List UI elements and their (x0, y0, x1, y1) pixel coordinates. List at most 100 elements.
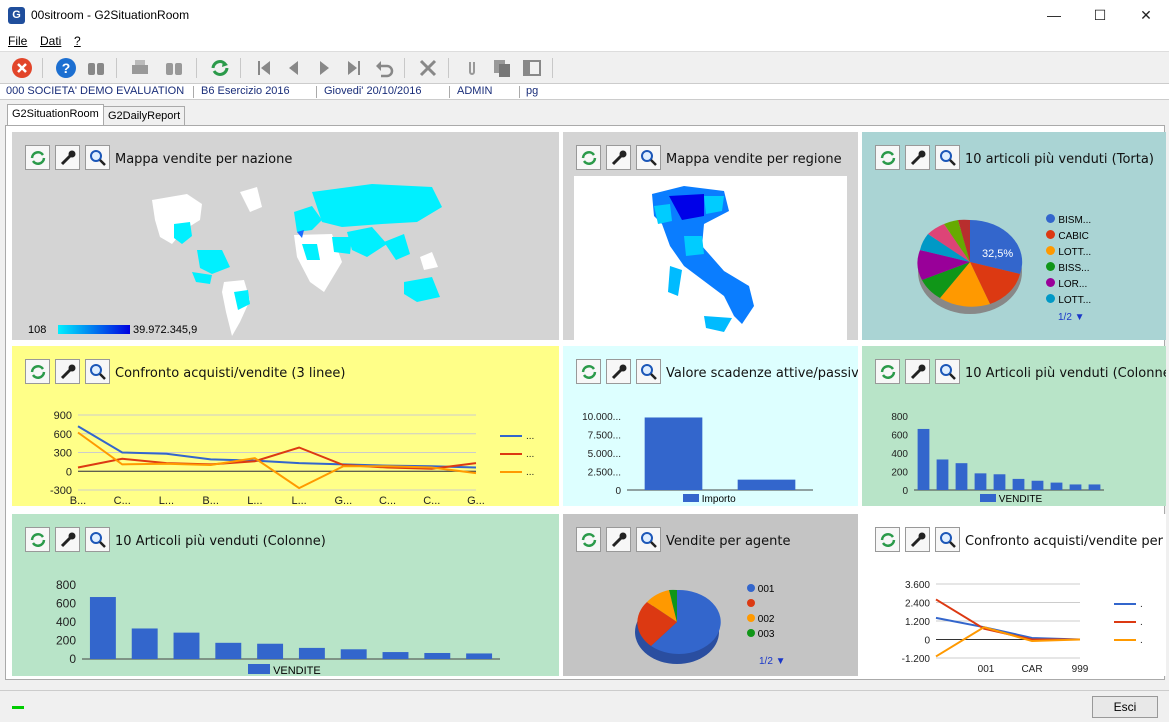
pie-chart-3d[interactable] (862, 132, 1166, 340)
legend: VENDITE (248, 664, 321, 676)
bar (173, 632, 200, 659)
bar (1031, 480, 1044, 490)
x-tick-label: B... (70, 495, 87, 506)
legend-pager[interactable]: 1/2 ▼ (1058, 312, 1085, 323)
minimize-button[interactable]: — (1031, 0, 1077, 31)
legend-label: . (1140, 617, 1143, 628)
close-window-button[interactable]: ✕ (1123, 0, 1169, 31)
y-tick-label: 800 (56, 578, 76, 592)
panel-lines-3: Confronto acquisti/vendite (3 linee) 900… (12, 346, 559, 506)
last-record-icon[interactable] (342, 56, 366, 80)
tab-g2situationroom[interactable]: G2SituationRoom (7, 104, 104, 126)
tab-g2dailyreport[interactable]: G2DailyReport (103, 106, 186, 126)
legend-item: 003 (757, 629, 775, 640)
bar (644, 417, 703, 490)
previous-record-icon[interactable] (282, 56, 306, 80)
legend-label: ... (526, 467, 534, 478)
magnifier-icon[interactable] (636, 145, 661, 170)
panel-map-regions: Mappa vendite per regione (563, 132, 858, 340)
pie-chart-3d[interactable] (563, 514, 858, 676)
y-tick-label: 300 (54, 448, 72, 460)
status-indicator (12, 706, 24, 709)
first-record-icon[interactable] (252, 56, 276, 80)
layout-icon[interactable] (520, 56, 544, 80)
exit-icon[interactable] (10, 56, 34, 80)
pie-slice-label: 32,5% (982, 248, 1014, 260)
legend-item: LOTT... (1058, 247, 1092, 258)
bar (1069, 484, 1082, 490)
y-tick-label: 0 (615, 486, 621, 497)
y-tick-label: -300 (50, 485, 72, 497)
undo-icon[interactable] (372, 56, 396, 80)
dashboard-area: Mappa vendite per nazione 108 39.972.345… (5, 125, 1166, 680)
pg-label: pg (526, 85, 539, 97)
print-icon[interactable] (128, 56, 152, 80)
x-tick-label: G... (467, 495, 485, 506)
series-line (77, 425, 477, 469)
panel-pie-articles: 10 articoli più venduti (Torta) 32,5% BI… (862, 132, 1166, 340)
bar (917, 428, 930, 490)
bar (737, 479, 796, 490)
y-tick-label: 0 (902, 486, 908, 497)
menu-help[interactable]: ? (74, 34, 81, 48)
maximize-button[interactable]: ☐ (1077, 0, 1123, 31)
y-tick-label: 0 (69, 652, 76, 666)
italy-map[interactable] (574, 176, 847, 340)
bar (382, 652, 409, 659)
next-record-icon[interactable] (312, 56, 336, 80)
y-tick-label: 600 (891, 431, 908, 442)
binoculars-icon[interactable] (84, 56, 108, 80)
title-bar: G 00sitroom - G2SituationRoom — ☐ ✕ (0, 0, 1169, 31)
wrench-icon[interactable] (606, 145, 631, 170)
panel-scadenze: Valore scadenze attive/passive 10.000...… (563, 346, 858, 506)
x-tick-label: 001 (978, 664, 995, 675)
line-chart[interactable]: 3.600 2.400 1.200 0 -1.200 001 CAR 999... (862, 514, 1166, 676)
legend-min: 108 (28, 324, 47, 336)
bar (257, 643, 284, 659)
line-chart[interactable]: 9006003000-300B... C... L... B... L... L... G.… (12, 346, 559, 506)
refresh-icon[interactable] (208, 56, 232, 80)
toolbar: ? (0, 51, 1169, 83)
help-icon[interactable]: ? (54, 56, 78, 80)
y-tick-label: 400 (891, 449, 908, 460)
legend-label: . (1140, 635, 1143, 646)
bar-chart[interactable]: 10.000... 7.500... 5.000... 2.500... 0 (563, 346, 858, 506)
y-tick-label: 7.500... (588, 431, 621, 442)
menu-file[interactable]: File (8, 34, 27, 48)
menu-dati[interactable]: Dati (40, 34, 61, 48)
y-tick-label: 200 (56, 634, 76, 648)
y-tick-label: 600 (56, 597, 76, 611)
world-map[interactable] (12, 132, 559, 340)
bar (466, 653, 493, 659)
legend: Importo (683, 494, 736, 505)
refresh-icon[interactable] (576, 145, 601, 170)
fiscal-year-label: B6 Esercizio 2016 (201, 85, 290, 97)
search-print-icon[interactable] (162, 56, 186, 80)
bar (298, 647, 325, 659)
legend-label: ... (526, 449, 534, 460)
menu-bar: File Dati ? (0, 31, 1169, 51)
bar-chart[interactable]: 800 600 400 200 0 (862, 346, 1166, 506)
legend-pager[interactable]: 1/2 ▼ (759, 656, 786, 667)
attachment-icon[interactable] (460, 56, 484, 80)
legend: VENDITE (980, 494, 1042, 505)
bar (1050, 482, 1063, 490)
panel-map-nations: Mappa vendite per nazione 108 39.972.345… (12, 132, 559, 340)
exit-button[interactable]: Esci (1092, 696, 1158, 718)
bar (424, 652, 451, 659)
copy-icon[interactable] (490, 56, 514, 80)
delete-icon[interactable] (416, 56, 440, 80)
y-tick-label: 2.400 (905, 599, 930, 610)
x-tick-label: C... (423, 495, 440, 506)
panel-cols-big: 10 Articoli più venduti (Colonne) 800 600… (12, 514, 559, 676)
tab-strip: G2SituationRoom G2DailyReport (0, 104, 1169, 126)
legend-label: . (1140, 599, 1143, 610)
x-tick-label: CAR (1021, 664, 1042, 675)
app-icon: G (8, 7, 25, 24)
bar (936, 459, 949, 490)
x-tick-label: L... (247, 495, 262, 506)
y-tick-label: 0 (924, 636, 930, 647)
legend-item: 001 (757, 584, 775, 595)
bar-chart[interactable]: 800 600 400 200 0 (12, 514, 559, 676)
window-title: 00sitroom - G2SituationRoom (31, 8, 190, 22)
